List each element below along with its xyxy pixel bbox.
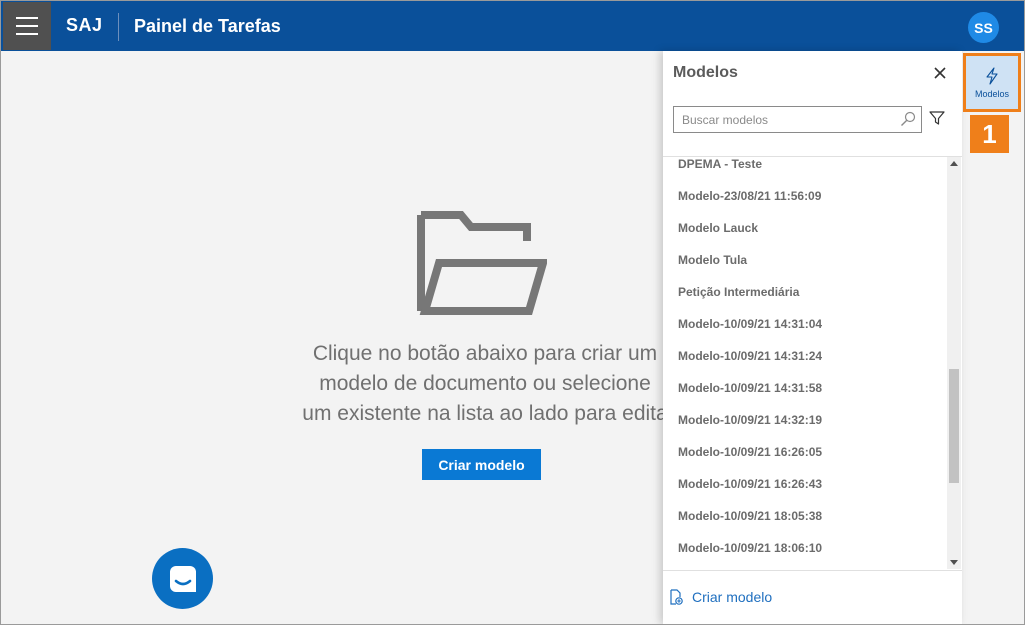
empty-state-line: um existente na lista ao lado para edita	[302, 402, 668, 425]
list-item[interactable]: Modelo-10/09/21 14:31:24	[678, 349, 822, 363]
close-panel-button[interactable]	[930, 63, 950, 83]
lightning-icon	[986, 66, 998, 85]
main-content: Clique no botão abaixo para criar um mod…	[1, 51, 668, 624]
create-model-link-label: Criar modelo	[692, 589, 773, 605]
models-rail-label: Modelos	[974, 88, 1010, 99]
hamburger-icon	[16, 14, 38, 38]
hamburger-menu-button[interactable]	[3, 2, 51, 50]
app-window: SAJ Painel de Tarefas SS Clique no botão…	[0, 0, 1025, 625]
close-icon	[934, 67, 946, 79]
list-item[interactable]: Modelo-10/09/21 18:06:10	[678, 541, 822, 555]
footer-divider	[663, 570, 962, 571]
callout-badge: 1	[970, 115, 1009, 153]
new-document-icon	[670, 589, 683, 605]
list-item[interactable]: Modelo-10/09/21 16:26:05	[678, 445, 822, 459]
scroll-up-arrow-icon[interactable]	[950, 161, 958, 166]
empty-state-line: modelo de documento ou selecione	[319, 372, 651, 395]
list-item[interactable]: Petição Intermediária	[678, 285, 799, 299]
list-item[interactable]: Modelo Lauck	[678, 221, 758, 235]
search-box	[673, 106, 922, 133]
create-model-button[interactable]: Criar modelo	[422, 449, 541, 480]
models-rail-button[interactable]: Modelos	[963, 53, 1021, 112]
list-item[interactable]: Modelo-10/09/21 18:05:38	[678, 509, 822, 523]
chat-button[interactable]	[152, 548, 213, 609]
list-item[interactable]: Modelo-10/09/21 14:31:04	[678, 317, 822, 331]
list-item[interactable]: Modelo-10/09/21 14:31:58	[678, 381, 822, 395]
list-item[interactable]: DPEMA - Teste	[678, 157, 762, 171]
user-avatar[interactable]: SS	[968, 12, 999, 43]
list-item[interactable]: Modelo-10/09/21 14:32:19	[678, 413, 822, 427]
list-item[interactable]: Modelo-10/09/21 16:26:43	[678, 477, 822, 491]
scroll-down-arrow-icon[interactable]	[950, 560, 958, 565]
empty-state-line: Clique no botão abaixo para criar um	[312, 342, 658, 365]
brand-logo[interactable]: SAJ	[66, 15, 103, 36]
top-bar: SAJ Painel de Tarefas SS	[1, 1, 1024, 51]
filter-icon[interactable]	[929, 110, 945, 126]
list-item[interactable]: Modelo-23/08/21 11:56:09	[678, 189, 821, 203]
create-model-link[interactable]: Criar modelo	[669, 589, 772, 605]
models-list: DPEMA - Teste Modelo-23/08/21 11:56:09 M…	[663, 157, 946, 569]
search-icon[interactable]	[900, 111, 916, 127]
scroll-thumb[interactable]	[949, 369, 959, 483]
list-scrollbar[interactable]	[947, 157, 961, 569]
empty-state-message: Clique no botão abaixo para criar um mod…	[285, 339, 685, 429]
open-folder-icon	[417, 211, 547, 315]
models-panel: Modelos DPEMA - Teste Modelo-23/08/21 11…	[663, 51, 962, 624]
header-divider	[118, 13, 119, 41]
panel-title: Modelos	[673, 64, 738, 81]
search-input[interactable]	[674, 107, 902, 132]
page-title: Painel de Tarefas	[134, 16, 281, 36]
chat-icon	[169, 565, 196, 592]
list-item[interactable]: Modelo Tula	[678, 253, 747, 267]
